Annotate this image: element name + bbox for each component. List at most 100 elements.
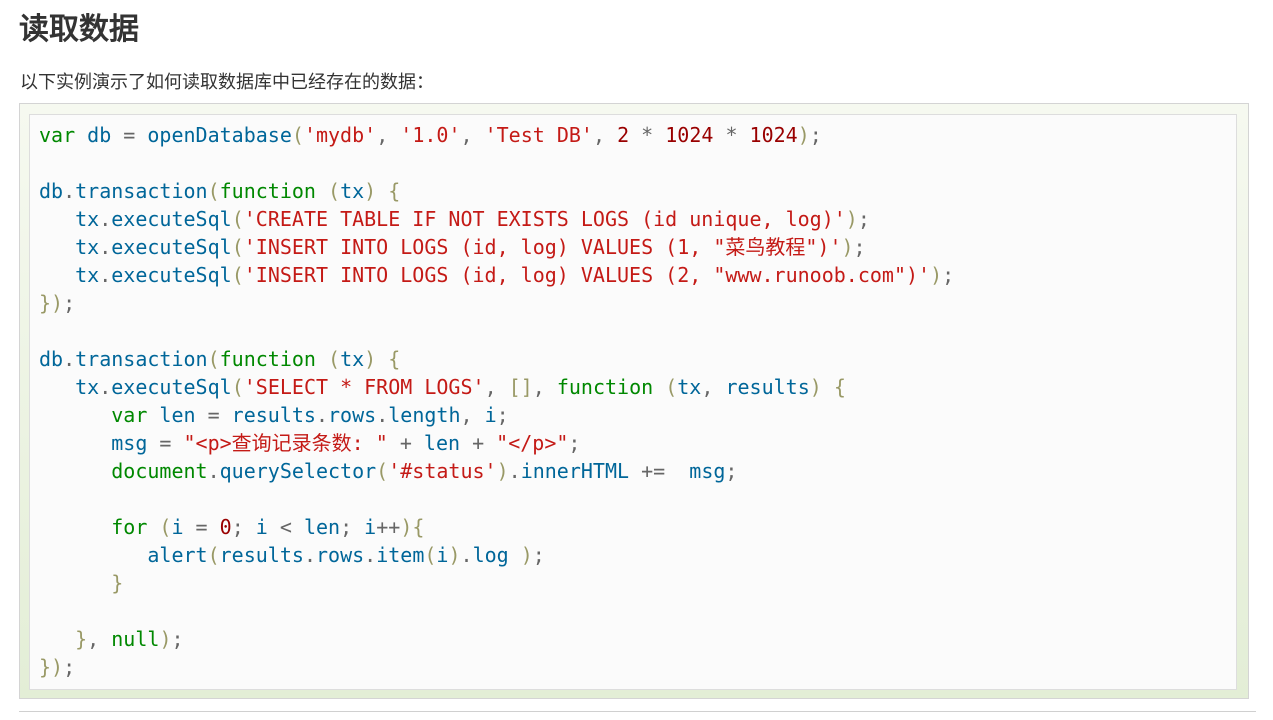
- code-identifier: openDatabase: [147, 123, 292, 147]
- code-operator: ;: [63, 655, 76, 679]
- code-operator: [39, 543, 147, 567]
- code-line: msg = "<p>查询记录条数: " + len + "</p>";: [39, 429, 954, 457]
- code-keyword: for: [111, 515, 148, 539]
- code-operator: [39, 459, 111, 483]
- code-punctuation: (: [328, 347, 341, 371]
- code-operator: =: [111, 123, 148, 147]
- section-heading: 读取数据: [19, 12, 139, 47]
- code-operator: =: [195, 403, 232, 427]
- code-number: 2: [617, 123, 630, 147]
- code-line: }, null);: [39, 625, 954, 653]
- code-identifier: msg: [111, 431, 148, 455]
- code-punctuation: ): [448, 543, 461, 567]
- code-punctuation: (: [207, 179, 220, 203]
- code-punctuation: (: [231, 207, 244, 231]
- code-operator: ,: [592, 123, 618, 147]
- code-operator: +: [387, 431, 424, 455]
- code-operator: [39, 403, 111, 427]
- code-operator: ,: [484, 375, 509, 399]
- code-operator: [39, 207, 75, 231]
- code-identifier: executeSql: [111, 375, 232, 399]
- code-operator: .: [63, 179, 76, 203]
- code-punctuation: }): [39, 655, 64, 679]
- code-identifier: results: [725, 375, 810, 399]
- code-string: "<p>查询记录条数: ": [183, 431, 388, 455]
- code-punctuation: ): [364, 179, 377, 203]
- code-operator: [39, 571, 111, 595]
- code-operator: .: [508, 459, 521, 483]
- code-identifier: i: [171, 515, 184, 539]
- code-string: '#status': [388, 459, 497, 483]
- code-identifier: alert: [147, 543, 208, 567]
- code-block[interactable]: var db = openDatabase('mydb', '1.0', 'Te…: [29, 114, 1237, 690]
- code-punctuation: ){: [400, 515, 425, 539]
- code-operator: ;: [496, 403, 509, 427]
- code-punctuation: ): [364, 347, 377, 371]
- code-punctuation: ): [930, 263, 943, 287]
- code-operator: [316, 347, 328, 371]
- code-operator: [39, 627, 75, 651]
- code-operator: ;: [942, 263, 955, 287]
- code-operator: +: [460, 431, 497, 455]
- code-line: });: [39, 289, 954, 317]
- code-string: 'INSERT INTO LOGS (id, log) VALUES (1, "…: [243, 235, 842, 259]
- code-punctuation: (: [424, 543, 437, 567]
- code-punctuation: }: [111, 571, 124, 595]
- code-string: 'INSERT INTO LOGS (id, log) VALUES (2, "…: [243, 263, 931, 287]
- code-operator: [147, 403, 159, 427]
- code-identifier: querySelector: [219, 459, 377, 483]
- code-identifier: executeSql: [111, 235, 232, 259]
- code-operator: [39, 263, 75, 287]
- code-operator: [376, 347, 388, 371]
- code-operator: [316, 179, 328, 203]
- code-operator: ,: [701, 375, 726, 399]
- code-operator: .: [207, 459, 220, 483]
- code-punctuation: ): [841, 235, 854, 259]
- code-operator: =: [147, 431, 184, 455]
- code-line: db.transaction(function (tx) {: [39, 177, 954, 205]
- code-operator: ;: [532, 543, 545, 567]
- code-identifier: log: [472, 543, 509, 567]
- code-line: }: [39, 569, 954, 597]
- code-punctuation: ): [797, 123, 810, 147]
- code-keyword: var: [39, 123, 76, 147]
- code-number: 1024: [665, 123, 714, 147]
- code-operator: [39, 431, 111, 455]
- code-punctuation: {: [388, 347, 401, 371]
- code-operator: .: [99, 263, 112, 287]
- code-keyword: document: [111, 459, 208, 483]
- code-identifier: len: [303, 515, 341, 539]
- code-keyword: null: [111, 627, 160, 651]
- code-identifier: len: [423, 431, 461, 455]
- code-line: db.transaction(function (tx) {: [39, 345, 954, 373]
- code-operator: ;: [340, 515, 365, 539]
- code-punctuation: {: [388, 179, 401, 203]
- code-operator: .: [460, 543, 473, 567]
- code-identifier: transaction: [75, 179, 208, 203]
- code-punctuation: ): [496, 459, 509, 483]
- code-operator: ;: [809, 123, 822, 147]
- code-identifier: tx: [340, 179, 365, 203]
- code-identifier: tx: [75, 375, 100, 399]
- code-identifier: i: [364, 515, 377, 539]
- code-punctuation: }): [39, 291, 64, 315]
- code-content[interactable]: var db = openDatabase('mydb', '1.0', 'Te…: [39, 121, 954, 681]
- code-identifier: i: [436, 543, 449, 567]
- code-operator: .: [364, 543, 377, 567]
- code-operator: .: [315, 403, 329, 427]
- code-string: 'CREATE TABLE IF NOT EXISTS LOGS (id uni…: [243, 207, 846, 231]
- code-operator: +=: [629, 459, 690, 483]
- code-punctuation: {: [833, 375, 846, 399]
- code-line: document.querySelector('#status').innerH…: [39, 457, 954, 485]
- code-string: 'mydb': [303, 123, 377, 147]
- code-operator: =: [183, 515, 220, 539]
- divider: [19, 711, 1256, 712]
- code-identifier: innerHTML: [520, 459, 630, 483]
- code-identifier: rows: [328, 403, 377, 427]
- code-identifier: tx: [677, 375, 702, 399]
- code-identifier: results: [231, 403, 316, 427]
